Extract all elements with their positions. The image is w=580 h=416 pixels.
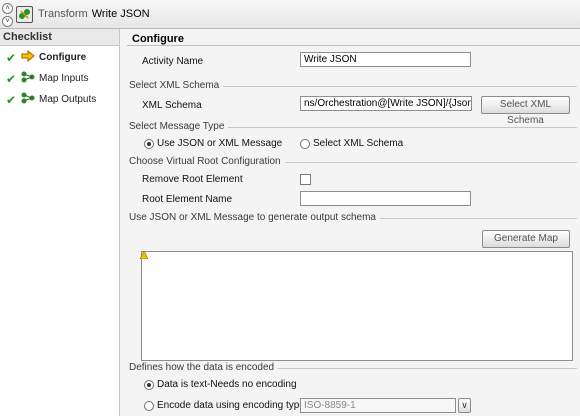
- checklist-panel: Checklist ✔ Configure ✔ Map Inputs ✔ Map…: [0, 29, 120, 416]
- output-schema-section: Use JSON or XML Message to generate outp…: [129, 212, 577, 224]
- virtual-root-section: Choose Virtual Root Configuration: [129, 156, 577, 168]
- collapse-up-icon[interactable]: ˄: [2, 3, 13, 14]
- checklist-item-label: Configure: [39, 52, 87, 63]
- activity-title: Write JSON: [91, 8, 150, 20]
- no-encoding-radio[interactable]: [144, 380, 154, 390]
- section-label: Select XML Schema: [129, 80, 224, 91]
- checklist-item-map-outputs[interactable]: ✔ Map Outputs: [0, 92, 119, 108]
- title-bar: ˄ ˅ Transform Write JSON: [0, 0, 580, 29]
- remove-root-checkbox[interactable]: [300, 174, 311, 185]
- use-json-radio[interactable]: [144, 139, 154, 149]
- map-icon: [21, 92, 35, 107]
- map-icon: [21, 71, 35, 86]
- section-label: Choose Virtual Root Configuration: [129, 156, 285, 167]
- collapse-down-icon[interactable]: ˅: [2, 16, 13, 27]
- use-json-label: Use JSON or XML Message: [157, 138, 283, 149]
- select-xml-schema-button[interactable]: Select XML Schema: [481, 96, 570, 126]
- warning-icon: [139, 250, 149, 261]
- section-label: Select Message Type: [129, 121, 229, 132]
- section-label: Defines how the data is encoded: [129, 362, 279, 373]
- activity-name-label: Activity Name: [142, 56, 204, 67]
- checkmark-icon: ✔: [6, 51, 17, 65]
- select-schema-radio[interactable]: [300, 139, 310, 149]
- generate-map-button[interactable]: Generate Map: [482, 230, 570, 248]
- schema-section: Select XML Schema: [129, 80, 577, 92]
- select-schema-label: Select XML Schema: [313, 138, 404, 149]
- section-label: Use JSON or XML Message to generate outp…: [129, 212, 380, 223]
- root-element-name-field[interactable]: [300, 191, 471, 206]
- checklist-item-label: Map Outputs: [39, 94, 97, 105]
- no-encoding-label: Data is text-Needs no encoding: [157, 379, 297, 390]
- encoding-type-select[interactable]: ISO-8859-1: [300, 398, 456, 413]
- encoding-section: Defines how the data is encoded: [129, 362, 577, 374]
- encode-data-radio[interactable]: [144, 401, 154, 411]
- checkmark-icon: ✔: [6, 93, 17, 107]
- activity-name-field[interactable]: Write JSON: [300, 52, 471, 67]
- arrow-right-icon: [21, 49, 35, 65]
- configure-panel: Configure Activity Name Write JSON Selec…: [120, 29, 580, 416]
- root-name-label: Root Element Name: [142, 194, 233, 205]
- checklist-title: Checklist: [0, 29, 119, 46]
- title-prefix: Transform: [38, 8, 88, 20]
- message-textarea[interactable]: [141, 251, 573, 361]
- checklist-item-configure[interactable]: ✔ Configure: [0, 49, 119, 66]
- xml-schema-field[interactable]: ns/Orchestration@[Write JSON]/{JsonXml}: [300, 96, 472, 111]
- xml-schema-label: XML Schema: [142, 100, 202, 111]
- checklist-item-map-inputs[interactable]: ✔ Map Inputs: [0, 71, 119, 87]
- window-title: Transform Write JSON: [38, 8, 150, 20]
- message-type-section: Select Message Type: [129, 121, 577, 133]
- collapse-controls: ˄ ˅: [2, 3, 13, 29]
- checklist-item-label: Map Inputs: [39, 73, 89, 84]
- divider: [127, 45, 580, 46]
- remove-root-label: Remove Root Element: [142, 174, 243, 185]
- transform-icon: [16, 6, 33, 23]
- panel-title: Configure: [132, 33, 184, 45]
- chevron-down-icon[interactable]: ∨: [458, 398, 471, 413]
- encode-data-label: Encode data using encoding type:: [157, 400, 308, 411]
- checkmark-icon: ✔: [6, 72, 17, 86]
